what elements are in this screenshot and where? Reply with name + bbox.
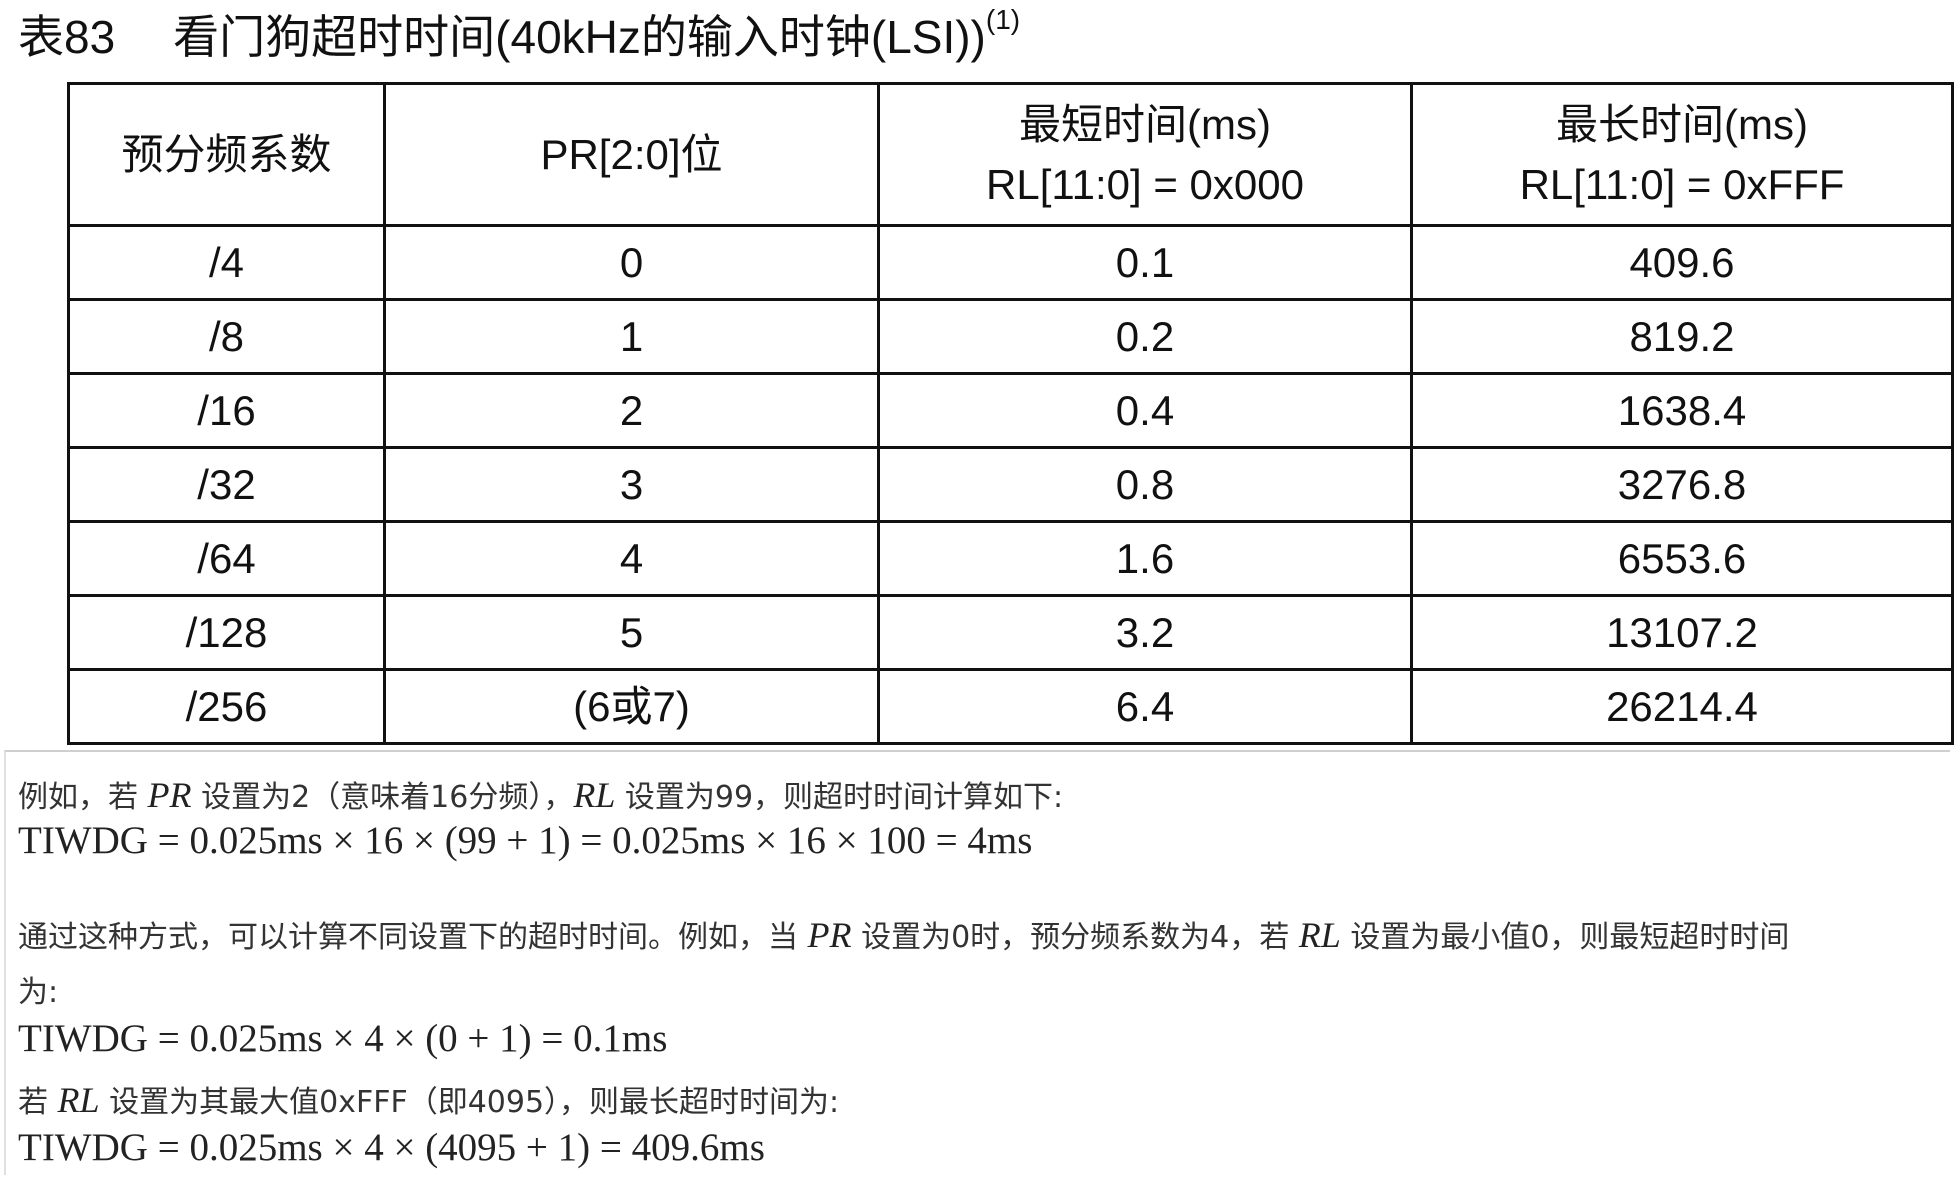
table-cell: 0.4 — [877, 372, 1413, 449]
header-pr-bits: PR[2:0]位 — [383, 82, 880, 227]
example-paragraph: 例如，若 PR 设置为2（意味着16分频），RL 设置为99，则超时时间计算如下… — [18, 775, 1064, 815]
table-cell: /8 — [67, 298, 386, 375]
table-cell: 0.8 — [877, 446, 1413, 523]
table-cell: /16 — [67, 372, 386, 449]
table-row: /128 5 3.2 13107.2 — [67, 594, 1954, 671]
method-paragraph: 通过这种方式，可以计算不同设置下的超时时间。例如，当 PR 设置为0时，预分频系… — [18, 915, 1790, 955]
table-cell: 13107.2 — [1410, 594, 1954, 671]
table-cell: 6553.6 — [1410, 520, 1954, 597]
table-cell: (6或7) — [383, 668, 880, 745]
table-cell: /4 — [67, 224, 386, 301]
table-header-row: 预分频系数 PR[2:0]位 最短时间(ms) RL[11:0] = 0x000 … — [67, 82, 1954, 227]
table-cell: 0 — [383, 224, 880, 301]
header-max-time: 最长时间(ms) RL[11:0] = 0xFFF — [1410, 82, 1954, 227]
formula-max-timeout: TIWDG = 0.025ms × 4 × (4095 + 1) = 409.6… — [18, 1126, 765, 1169]
table-cell: 2 — [383, 372, 880, 449]
table-row: /32 3 0.8 3276.8 — [67, 446, 1954, 523]
method-paragraph-continued: 为: — [18, 975, 59, 1010]
table-cell: 1638.4 — [1410, 372, 1954, 449]
table-cell: 26214.4 — [1410, 668, 1954, 745]
table-cell: 5 — [383, 594, 880, 671]
header-prescaler: 预分频系数 — [67, 82, 386, 227]
watchdog-timeout-table: 预分频系数 PR[2:0]位 最短时间(ms) RL[11:0] = 0x000 … — [67, 82, 1954, 745]
table-cell: 1.6 — [877, 520, 1413, 597]
table-cell: /128 — [67, 594, 386, 671]
table-row: /8 1 0.2 819.2 — [67, 298, 1954, 375]
table-row: /4 0 0.1 409.6 — [67, 224, 1954, 301]
table-title: 看门狗超时时间(40kHz的输入时钟(LSI)) — [173, 11, 986, 63]
formula-min-timeout: TIWDG = 0.025ms × 4 × (0 + 1) = 0.1ms — [18, 1017, 668, 1060]
table-cell: /256 — [67, 668, 386, 745]
table-caption: 表83 看门狗超时时间(40kHz的输入时钟(LSI))(1) — [18, 6, 1020, 68]
table-cell: /64 — [67, 520, 386, 597]
table-cell: 3276.8 — [1410, 446, 1954, 523]
table-cell: 3 — [383, 446, 880, 523]
table-cell: 409.6 — [1410, 224, 1954, 301]
formula-example: TIWDG = 0.025ms × 16 × (99 + 1) = 0.025m… — [18, 819, 1033, 862]
table-cell: 0.1 — [877, 224, 1413, 301]
table-cell: 4 — [383, 520, 880, 597]
table-cell: 1 — [383, 298, 880, 375]
table-row: /64 4 1.6 6553.6 — [67, 520, 1954, 597]
table-row: /16 2 0.4 1638.4 — [67, 372, 1954, 449]
header-min-time: 最短时间(ms) RL[11:0] = 0x000 — [877, 82, 1413, 227]
table-row: /256 (6或7) 6.4 26214.4 — [67, 668, 1954, 745]
table-number: 表83 — [18, 11, 116, 63]
max-paragraph: 若 RL 设置为其最大值0xFFF（即4095），则最长超时时间为: — [18, 1080, 840, 1120]
table-cell: /32 — [67, 446, 386, 523]
explanation-panel: 例如，若 PR 设置为2（意味着16分频），RL 设置为99，则超时时间计算如下… — [4, 750, 1950, 1175]
table-cell: 6.4 — [877, 668, 1413, 745]
footnote-mark: (1) — [985, 4, 1021, 35]
table-cell: 0.2 — [877, 298, 1413, 375]
table-cell: 819.2 — [1410, 298, 1954, 375]
table-cell: 3.2 — [877, 594, 1413, 671]
